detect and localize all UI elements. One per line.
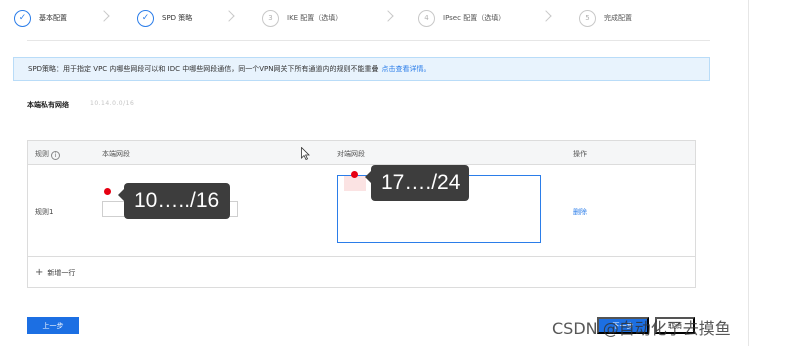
step-bar: ✓ 基本配置 ✓ SPD 策略 3 IKE 配置（选填） 4 IPsec 配置（… bbox=[0, 0, 805, 40]
chevron-right-icon bbox=[382, 10, 394, 22]
local-network-value: 10.14.0.0/16 bbox=[90, 100, 135, 107]
chevron-right-icon bbox=[98, 10, 110, 22]
header-rule-label: 规则 bbox=[35, 150, 49, 158]
rule-name: 规则1 bbox=[35, 208, 54, 216]
step-spd-policy: ✓ SPD 策略 bbox=[137, 9, 192, 27]
plus-icon: + bbox=[35, 267, 44, 278]
marker-dot bbox=[351, 171, 358, 178]
step-ipsec-config: 4 IPsec 配置（选填） bbox=[418, 9, 505, 27]
info-text: SPD策略：用于指定 VPC 内哪些网段可以和 IDC 中哪些网段通信，同一个V… bbox=[28, 65, 379, 73]
marker-dot bbox=[104, 188, 111, 195]
mouse-cursor-icon bbox=[301, 147, 310, 160]
step-number: 5 bbox=[579, 9, 596, 27]
step-number: 3 bbox=[262, 9, 279, 27]
step-basic-config: ✓ 基本配置 bbox=[14, 9, 67, 27]
text-highlight bbox=[344, 176, 366, 191]
header-rule: 规则 i bbox=[35, 149, 60, 160]
step-label: 基本配置 bbox=[39, 14, 67, 22]
add-row-button[interactable]: + 新增一行 bbox=[28, 256, 695, 288]
local-network-label: 本端私有网络 bbox=[27, 101, 69, 109]
step-complete: 5 完成配置 bbox=[579, 9, 632, 27]
chevron-right-icon bbox=[223, 10, 235, 22]
delete-rule-link[interactable]: 删除 bbox=[573, 207, 587, 217]
header-local-cidr: 本端网段 bbox=[102, 150, 130, 158]
info-icon[interactable]: i bbox=[51, 151, 60, 160]
header-action: 操作 bbox=[573, 150, 587, 158]
add-row-label: 新增一行 bbox=[47, 268, 76, 277]
divider bbox=[27, 40, 710, 41]
step-label: 完成配置 bbox=[604, 14, 632, 22]
check-icon: ✓ bbox=[14, 9, 31, 27]
table-header: 规则 i 本端网段 对端网段 操作 bbox=[28, 141, 695, 165]
peer-cidr-tooltip: 17…./24 bbox=[365, 165, 469, 201]
info-banner: SPD策略：用于指定 VPC 内哪些网段可以和 IDC 中哪些网段通信，同一个V… bbox=[13, 57, 710, 81]
step-label: SPD 策略 bbox=[162, 14, 193, 22]
divider bbox=[748, 0, 749, 346]
previous-step-button[interactable]: 上一步 bbox=[27, 317, 79, 334]
step-ike-config: 3 IKE 配置（选填） bbox=[262, 9, 342, 27]
watermark: CSDN @自动化了去摸鱼 bbox=[552, 319, 731, 338]
chevron-right-icon bbox=[540, 10, 552, 22]
details-link[interactable]: 点击查看详情。 bbox=[381, 64, 430, 74]
step-label: IKE 配置（选填） bbox=[287, 14, 343, 22]
step-label: IPsec 配置（选填） bbox=[443, 14, 506, 22]
step-number: 4 bbox=[418, 9, 435, 27]
local-cidr-tooltip: 10…../16 bbox=[118, 183, 230, 219]
check-icon: ✓ bbox=[137, 9, 154, 27]
header-peer-cidr: 对端网段 bbox=[337, 150, 365, 158]
